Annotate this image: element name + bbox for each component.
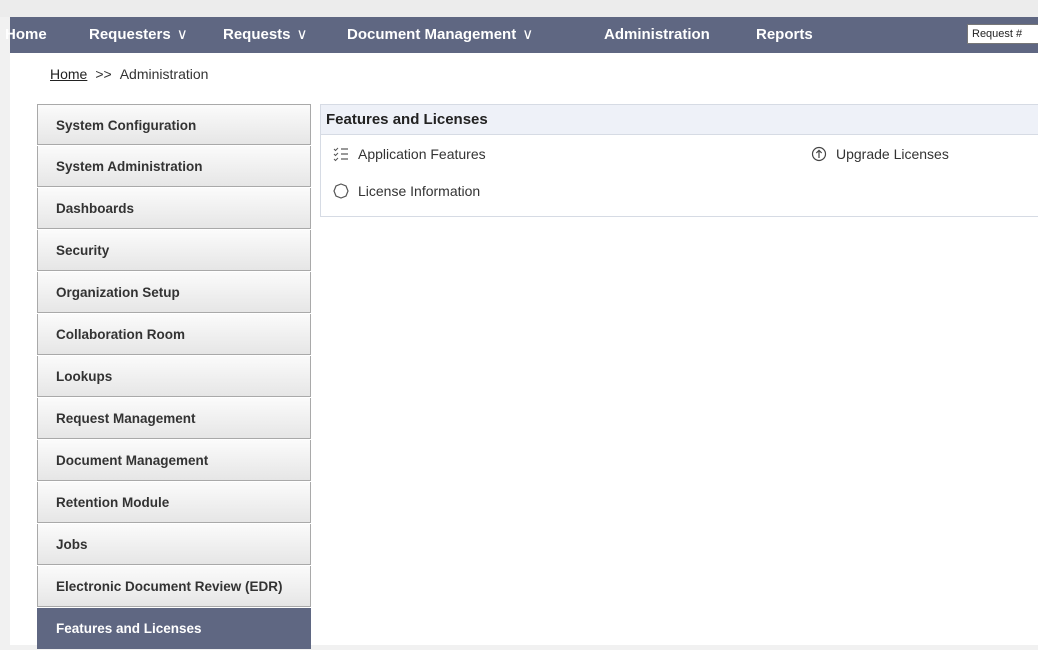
breadcrumb-current: Administration [119,66,209,82]
sidebar-item-collaboration-room[interactable]: Collaboration Room [37,314,311,355]
license-information-label: License Information [358,183,481,199]
nav-administration-label: Administration [604,26,710,43]
sidebar-item-label: Features and Licenses [56,621,202,636]
breadcrumb-home-link[interactable]: Home [50,66,87,82]
breadcrumb-separator: >> [95,66,112,82]
sidebar-item-label: System Configuration [56,118,197,133]
nav-requesters[interactable]: Requesters ∨ [89,17,188,53]
sidebar-item-label: Jobs [56,537,88,552]
upgrade-licenses-link[interactable]: Upgrade Licenses [811,146,949,162]
sidebar-item-label: Request Management [56,411,196,426]
checklist-icon [333,146,349,162]
sidebar-item-lookups[interactable]: Lookups [37,356,311,397]
application-features-label: Application Features [358,146,486,162]
arrow-up-circle-icon [811,146,827,162]
sidebar-item-label: Electronic Document Review (EDR) [56,579,283,594]
sidebar-item-security[interactable]: Security [37,230,311,271]
nav-home[interactable]: Home [5,17,47,53]
panel-title: Features and Licenses [321,105,1038,135]
nav-requesters-label: Requesters [89,26,171,43]
nav-reports[interactable]: Reports [756,17,813,53]
features-licenses-panel: Features and Licenses Application Featur… [320,104,1038,217]
sidebar-item-request-management[interactable]: Request Management [37,398,311,439]
sidebar-item-jobs[interactable]: Jobs [37,524,311,565]
sidebar-item-organization-setup[interactable]: Organization Setup [37,272,311,313]
sidebar-item-label: Lookups [56,369,113,384]
badge-icon [333,183,349,199]
sidebar-item-document-management[interactable]: Document Management [37,440,311,481]
sidebar-item-features-and-licenses[interactable]: Features and Licenses [37,608,311,649]
sidebar-item-label: Security [56,243,110,258]
sidebar-item-system-administration[interactable]: System Administration [37,146,311,187]
request-number-input[interactable] [967,24,1038,44]
nav-requests-label: Requests [223,26,291,43]
sidebar-item-label: Collaboration Room [56,327,185,342]
nav-administration[interactable]: Administration [604,17,710,53]
admin-sidebar: System Configuration System Administrati… [37,104,311,650]
chevron-down-icon: ∨ [296,26,308,43]
chevron-down-icon: ∨ [176,26,188,43]
sidebar-item-dashboards[interactable]: Dashboards [37,188,311,229]
breadcrumb: Home >> Administration [50,66,208,82]
nav-requests[interactable]: Requests ∨ [223,17,308,53]
sidebar-item-label: Document Management [56,453,209,468]
sidebar-item-label: Organization Setup [56,285,180,300]
upgrade-licenses-label: Upgrade Licenses [836,146,949,162]
sidebar-item-label: System Administration [56,159,203,174]
application-features-link[interactable]: Application Features [333,146,486,162]
nav-document-management[interactable]: Document Management ∨ [347,17,533,53]
license-information-link[interactable]: License Information [333,183,480,199]
nav-document-management-label: Document Management [347,26,517,43]
chevron-down-icon: ∨ [522,26,534,43]
sidebar-item-edr[interactable]: Electronic Document Review (EDR) [37,566,311,607]
nav-reports-label: Reports [756,26,813,43]
sidebar-item-system-configuration[interactable]: System Configuration [37,104,311,145]
main-navbar: Home Requesters ∨ Requests ∨ Document Mana… [5,17,1038,53]
sidebar-item-label: Retention Module [56,495,170,510]
sidebar-item-label: Dashboards [56,201,135,216]
sidebar-item-retention-module[interactable]: Retention Module [37,482,311,523]
nav-home-label: Home [5,26,47,43]
top-strip [0,0,1038,17]
